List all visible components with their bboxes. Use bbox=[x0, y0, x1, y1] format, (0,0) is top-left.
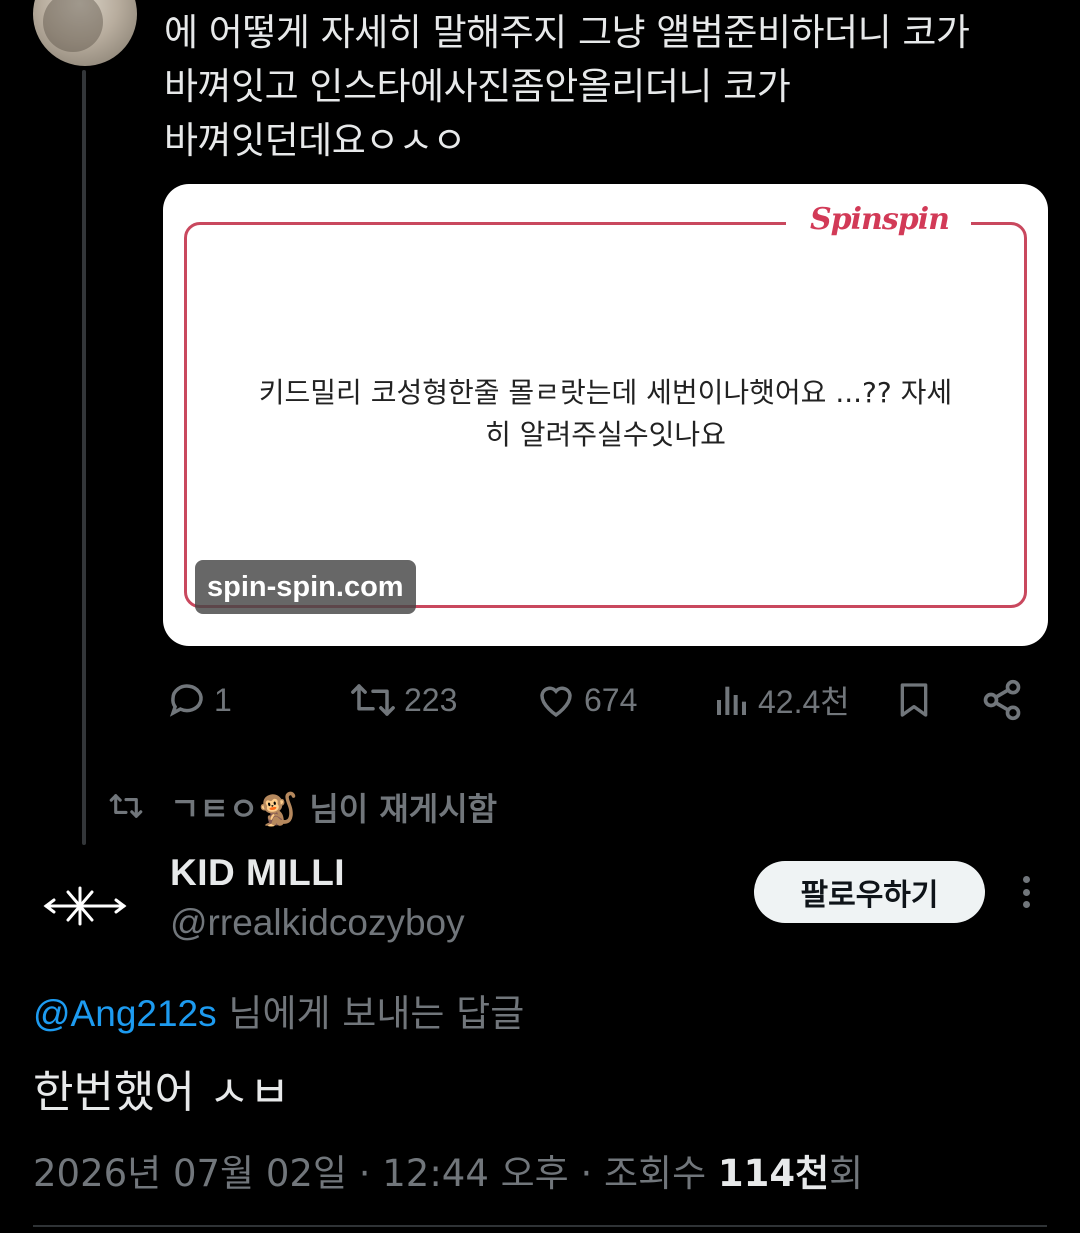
bookmark-icon bbox=[900, 683, 928, 717]
tweet-view-suffix: 회 bbox=[829, 1152, 864, 1195]
retweeted-indicator bbox=[108, 778, 144, 834]
more-options-icon[interactable] bbox=[1008, 870, 1044, 914]
reply-context: @Ang212s 님에게 보내는 답글 bbox=[33, 983, 524, 1037]
tweet-body-text: 한번했어 ㅅㅂ bbox=[33, 1067, 290, 1118]
retweet-count: 223 bbox=[404, 681, 458, 718]
quoted-text-line: 바껴잇고 인스타에사진좀안올리더니 코가 bbox=[164, 65, 791, 108]
author-handle[interactable]: @rrealkidcozyboy bbox=[170, 902, 465, 944]
bookmark-button[interactable] bbox=[894, 672, 934, 728]
retweet-icon bbox=[351, 684, 395, 716]
author-display-name[interactable]: KID MILLI bbox=[170, 852, 345, 894]
media-quote-line: 키드밀리 코성형한줄 몰ㄹ랏는데 세번이나햇어요 ...?? 자세 bbox=[258, 376, 953, 409]
parent-avatar[interactable] bbox=[33, 0, 137, 66]
like-button[interactable]: 674 bbox=[534, 672, 637, 728]
tweet-meta: 2026년 07월 02일 · 12:44 오후 · 조회수 114천회 bbox=[33, 1143, 863, 1197]
quoted-text-line: 에 어떻게 자세히 말해주지 그냥 앨범준비하더니 코가 bbox=[164, 11, 970, 54]
retweeted-suffix: 님이 재게시함 bbox=[298, 790, 498, 828]
media-watermark: spin-spin.com bbox=[195, 560, 416, 614]
tweet-timestamp[interactable]: 2026년 07월 02일 · 12:44 오후 · 조회수 bbox=[33, 1152, 718, 1195]
heart-icon bbox=[540, 686, 572, 717]
reply-context-suffix: 님에게 보내는 답글 bbox=[216, 992, 525, 1035]
like-count: 674 bbox=[584, 681, 638, 718]
views-count: 42.4천 bbox=[758, 684, 850, 720]
media-quote-text: 키드밀리 코성형한줄 몰ㄹ랏는데 세번이나햇어요 ...?? 자세 히 알려주실… bbox=[223, 372, 988, 456]
reply-mention-link[interactable]: @Ang212s bbox=[33, 993, 217, 1034]
share-button[interactable] bbox=[980, 672, 1024, 728]
quoted-text-line: 바껴잇던데요ㅇㅅㅇ bbox=[164, 119, 466, 162]
author-avatar[interactable] bbox=[40, 876, 130, 936]
reply-count: 1 bbox=[214, 681, 232, 718]
retweet-small-icon bbox=[109, 794, 143, 818]
monkey-emoji-icon: 🐒 bbox=[258, 790, 299, 828]
tweet-view-count: 114천 bbox=[717, 1152, 830, 1195]
views-icon bbox=[717, 686, 746, 715]
asterisk-logo-icon bbox=[43, 886, 127, 926]
reply-icon bbox=[169, 684, 203, 717]
tweet-media-image[interactable]: Spinspin 키드밀리 코성형한줄 몰ㄹ랏는데 세번이나햇어요 ...?? … bbox=[163, 184, 1048, 646]
thread-line bbox=[82, 70, 86, 845]
retweeter-name: ㄱㅌㅇ bbox=[170, 790, 259, 828]
tweet-action-bar: 1 223 674 42.4천 bbox=[164, 672, 1044, 728]
follow-button[interactable]: 팔로우하기 bbox=[754, 861, 985, 923]
quoted-tweet-text: 에 어떻게 자세히 말해주지 그냥 앨범준비하더니 코가 바껴잇고 인스타에사진… bbox=[164, 6, 1044, 168]
retweeted-by-label[interactable]: ㄱㅌㅇ🐒 님이 재게시함 bbox=[170, 784, 497, 830]
spinspin-logo: Spinspin bbox=[810, 202, 950, 237]
reply-button[interactable]: 1 bbox=[166, 672, 232, 728]
views-button[interactable]: 42.4천 bbox=[712, 672, 850, 728]
share-icon bbox=[983, 679, 1021, 721]
tweet-detail-page: 에 어떻게 자세히 말해주지 그냥 앨범준비하더니 코가 바껴잇고 인스타에사진… bbox=[0, 0, 1080, 1233]
media-quote-line: 히 알려주실수잇나요 bbox=[485, 418, 726, 451]
retweet-button[interactable]: 223 bbox=[348, 672, 457, 728]
divider bbox=[33, 1225, 1047, 1227]
